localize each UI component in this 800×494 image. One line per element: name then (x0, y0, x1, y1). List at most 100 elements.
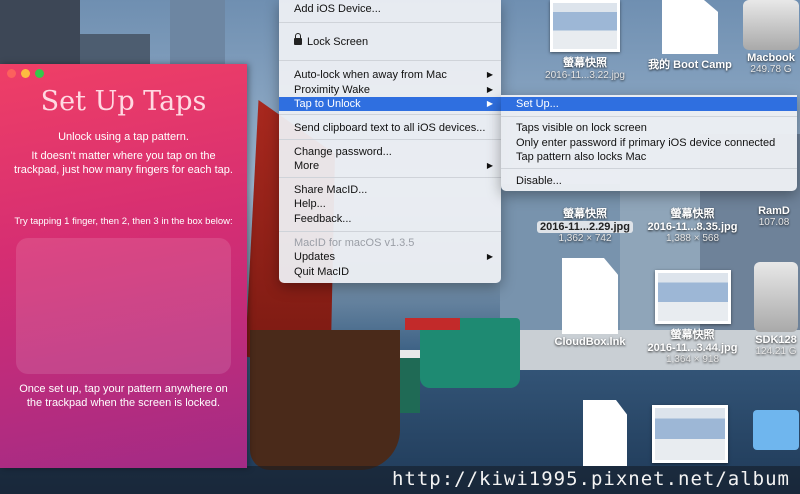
disk-size: 249.78 G (750, 64, 792, 75)
menu-separator (279, 139, 501, 140)
document-icon (583, 400, 627, 466)
menu-item-change-password[interactable]: Change password... (279, 145, 501, 159)
junk-hull (250, 330, 400, 470)
file-name: 螢幕快照 (670, 208, 715, 220)
file-name: CloudBox.lnk (554, 336, 626, 348)
hard-disk-icon (743, 0, 799, 50)
file-name: 螢幕快照 (670, 329, 715, 341)
submenu-arrow-icon: ▶ (486, 70, 493, 79)
folder-icon (753, 410, 799, 450)
desktop-disk[interactable]: RamD 107.08 (748, 205, 800, 228)
menu-item-label: Change password... (294, 146, 392, 158)
document-icon (562, 258, 618, 334)
minimize-button[interactable] (21, 69, 30, 78)
boat-cabin (405, 318, 460, 330)
explanation-text: It doesn't matter where you tap on the t… (14, 150, 233, 176)
menu-item-feedback[interactable]: Feedback... (279, 212, 501, 226)
menu-item-add-ios-device[interactable]: Add iOS Device... (279, 2, 501, 16)
zoom-button[interactable] (35, 69, 44, 78)
menu-item-label: Send clipboard text to all iOS devices..… (294, 122, 486, 134)
menu-item-more[interactable]: More ▶ (279, 159, 501, 173)
menu-item-label: Lock Screen (307, 36, 369, 48)
menu-item-label: Set Up... (516, 98, 559, 110)
desktop-file[interactable] (650, 405, 730, 465)
submenu-arrow-icon: ▶ (486, 85, 493, 94)
disk-size: 124.21 G (755, 346, 797, 357)
tap-area[interactable] (16, 238, 231, 374)
file-name: 我的 Boot Camp (648, 59, 732, 71)
submenu-item-tap-pattern-locks-mac[interactable]: Tap pattern also locks Mac (501, 150, 797, 164)
lock-icon (294, 33, 302, 45)
menu-item-label: Proximity Wake (294, 84, 370, 96)
desktop-folder[interactable] (752, 410, 800, 452)
menu-item-label: Only enter password if primary iOS devic… (516, 137, 776, 149)
menu-separator (279, 60, 501, 61)
screenshot-thumbnail-icon (654, 270, 731, 324)
disk-name: RamD (758, 205, 790, 217)
menu-separator (501, 168, 797, 169)
submenu-item-taps-visible[interactable]: Taps visible on lock screen (501, 121, 797, 135)
screenshot-thumbnail-icon (550, 0, 620, 52)
tap-to-unlock-submenu: Set Up... Taps visible on lock screen On… (501, 95, 797, 191)
menu-item-proximity-wake[interactable]: Proximity Wake ▶ (279, 83, 501, 97)
desktop-disk[interactable]: Macbook 249.78 G (742, 0, 800, 75)
screenshot-thumbnail-icon (652, 405, 728, 463)
close-button[interactable] (7, 69, 16, 78)
set-up-taps-window: Set Up Taps Unlock using a tap pattern. … (0, 64, 247, 468)
menu-item-help[interactable]: Help... (279, 197, 501, 211)
watermark: http://kiwi1995.pixnet.net/album (391, 468, 790, 490)
menu-item-tap-to-unlock[interactable]: Tap to Unlock ▶ (279, 97, 501, 111)
submenu-arrow-icon: ▶ (486, 99, 493, 108)
desktop-file[interactable]: CloudBox.lnk (550, 258, 630, 348)
window-title: Set Up Taps (40, 86, 207, 117)
intro-text: Unlock using a tap pattern. (58, 131, 189, 143)
menu-item-quit-macid[interactable]: Quit MacID (279, 265, 501, 279)
submenu-arrow-icon: ▶ (486, 161, 493, 170)
menu-item-share-macid[interactable]: Share MacID... (279, 183, 501, 197)
disk-name: SDK128 (755, 334, 797, 346)
menu-item-label: Taps visible on lock screen (516, 122, 647, 134)
window-controls (7, 69, 44, 78)
desktop-file[interactable]: 螢幕快照 2016-11...8.35.jpg 1,388 × 568 (640, 205, 745, 244)
macid-menu: Add iOS Device... Lock Screen Auto-lock … (279, 0, 501, 283)
file-name: 螢幕快照 (563, 208, 607, 220)
file-dimensions: 1,362 × 742 (558, 233, 612, 244)
menu-item-label: Add iOS Device... (294, 3, 381, 15)
footer-text: Once set up, tap your pattern anywhere o… (19, 383, 228, 409)
submenu-item-set-up[interactable]: Set Up... (501, 97, 797, 111)
menu-item-label: Quit MacID (294, 266, 350, 278)
menu-item-version: MacID for macOS v1.3.5 (279, 236, 501, 250)
desktop-file[interactable] (580, 400, 630, 468)
menu-item-label: Tap pattern also locks Mac (516, 151, 647, 163)
menu-separator (279, 114, 501, 115)
file-name: 螢幕快照 (563, 57, 607, 69)
desktop-file[interactable]: 螢幕快照 2016-11...3.22.jpg (540, 0, 630, 81)
file-subtitle: 2016-11...2.29.jpg (530, 221, 640, 233)
menu-separator (279, 22, 501, 23)
submenu-arrow-icon: ▶ (486, 252, 493, 261)
desktop-file[interactable]: 螢幕快照 2016-11...2.29.jpg 1,362 × 742 (530, 205, 640, 244)
file-subtitle: 2016-11...3.44.jpg (647, 342, 738, 354)
menu-item-label: Feedback... (294, 213, 352, 225)
menu-item-auto-lock[interactable]: Auto-lock when away from Mac ▶ (279, 68, 501, 82)
menu-item-label: Tap to Unlock (294, 98, 361, 110)
desktop-file[interactable]: 螢幕快照 2016-11...3.44.jpg 1,364 × 918 (640, 270, 745, 365)
menu-item-label: Updates (294, 251, 335, 263)
hard-disk-icon (754, 262, 798, 332)
desktop-file[interactable]: 我的 Boot Camp (640, 0, 740, 72)
menu-item-label: MacID for macOS v1.3.5 (294, 237, 415, 249)
disk-size: 107.08 (758, 217, 790, 228)
menu-separator (501, 116, 797, 117)
menu-item-label: More (294, 160, 320, 172)
disk-name: Macbook (747, 52, 795, 64)
menu-separator (279, 231, 501, 232)
menu-item-lock-screen[interactable]: Lock Screen (279, 33, 501, 49)
desktop-disk[interactable]: SDK128 124.21 G (752, 262, 800, 357)
menu-item-label: Help... (294, 198, 326, 210)
menu-item-send-clipboard[interactable]: Send clipboard text to all iOS devices..… (279, 121, 501, 135)
file-dimensions: 1,388 × 568 (665, 233, 720, 244)
alias-document-icon (662, 0, 718, 54)
submenu-item-disable[interactable]: Disable... (501, 174, 797, 188)
submenu-item-only-enter-password[interactable]: Only enter password if primary iOS devic… (501, 136, 797, 150)
menu-item-updates[interactable]: Updates ▶ (279, 250, 501, 264)
